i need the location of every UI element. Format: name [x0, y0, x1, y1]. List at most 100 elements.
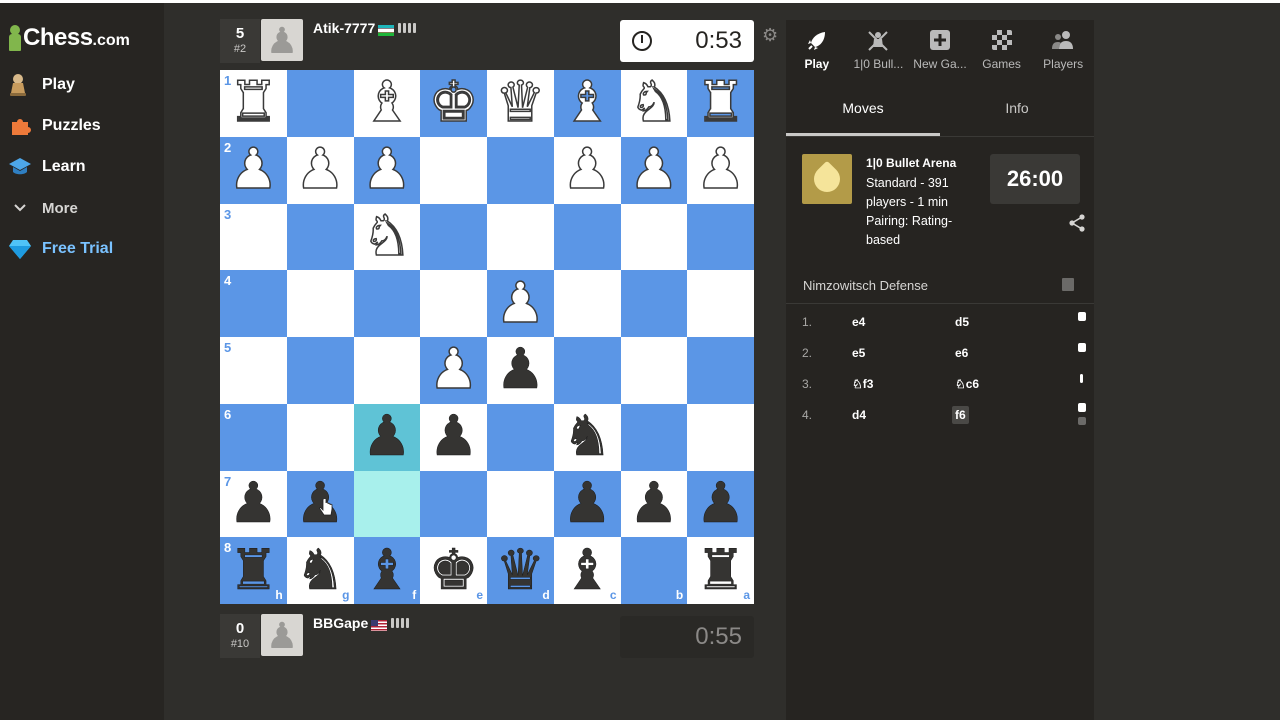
black-pawn-icon[interactable]: ♟ — [428, 408, 479, 465]
square-c5[interactable] — [553, 337, 621, 404]
square-a8[interactable]: a ♜ — [687, 537, 754, 604]
square-d6[interactable] — [487, 403, 554, 471]
square-h5[interactable]: 5 — [220, 337, 287, 404]
tab-tournament[interactable]: 1|0 Bull... — [848, 20, 910, 80]
square-h7[interactable]: 7 ♟ — [220, 470, 287, 538]
square-b3[interactable] — [620, 203, 688, 271]
square-c4[interactable] — [553, 270, 621, 337]
square-d5[interactable]: ♟ — [487, 337, 554, 404]
square-b8[interactable]: b — [620, 537, 688, 604]
square-h4[interactable]: 4 — [220, 270, 287, 337]
square-e4[interactable] — [420, 270, 487, 337]
tab-new-game[interactable]: New Ga... — [909, 20, 971, 80]
square-e3[interactable] — [420, 203, 487, 271]
square-h6[interactable]: 6 — [220, 403, 287, 471]
black-pawn-icon[interactable]: ♟ — [629, 475, 680, 532]
sidebar-item-learn[interactable]: Learn — [6, 152, 156, 182]
square-h3[interactable]: 3 — [220, 203, 287, 271]
sidebar-item-free-trial[interactable]: Free Trial — [6, 234, 156, 264]
white-pawn-icon[interactable]: ♟ — [428, 341, 480, 399]
black-move-current[interactable]: f6 — [952, 405, 969, 424]
square-b4[interactable] — [620, 270, 688, 337]
black-rook-icon[interactable]: ♜ — [695, 542, 746, 599]
gear-icon[interactable]: ⚙ — [762, 25, 778, 46]
square-g5[interactable] — [286, 337, 354, 404]
square-b5[interactable] — [620, 337, 688, 404]
square-c7[interactable]: ♟ — [553, 470, 621, 538]
sidebar-item-puzzles[interactable]: Puzzles — [6, 111, 156, 141]
white-pawn-icon[interactable]: ♟ — [361, 141, 413, 199]
square-d3[interactable] — [487, 203, 554, 271]
black-pawn-icon[interactable]: ♟ — [228, 475, 279, 532]
square-c6[interactable]: ♞ — [553, 403, 621, 471]
square-a5[interactable] — [687, 337, 754, 404]
square-h1[interactable]: 1 ♜ — [220, 70, 287, 137]
black-queen-icon[interactable]: ♛ — [495, 542, 546, 599]
chess-com-logo[interactable]: Chess .com — [8, 23, 130, 53]
square-a6[interactable] — [687, 403, 754, 471]
square-f3[interactable]: ♞ — [353, 203, 421, 271]
black-pawn-icon[interactable]: ♟ — [362, 408, 413, 465]
sidebar-item-play[interactable]: Play — [6, 70, 156, 100]
square-g6[interactable] — [286, 403, 354, 471]
square-f5[interactable] — [353, 337, 421, 404]
square-a4[interactable] — [687, 270, 754, 337]
white-knight-icon[interactable]: ♞ — [361, 208, 413, 266]
sidebar-item-more[interactable]: More — [6, 193, 156, 223]
tab-moves[interactable]: Moves — [786, 90, 940, 136]
black-rook-icon[interactable]: ♜ — [228, 542, 279, 599]
square-d1[interactable]: ♛ — [487, 70, 554, 137]
avatar[interactable]: ♟ — [261, 614, 303, 656]
black-move[interactable]: ♘c6 — [952, 375, 982, 393]
black-bishop-icon[interactable]: ♝ — [362, 542, 413, 599]
square-h8[interactable]: 8 h ♜ — [220, 537, 287, 604]
tab-info[interactable]: Info — [940, 90, 1094, 136]
square-d8[interactable]: d ♛ — [487, 537, 554, 604]
white-pawn-icon[interactable]: ♟ — [228, 141, 280, 199]
square-b1[interactable]: ♞ — [620, 70, 688, 137]
square-g4[interactable] — [286, 270, 354, 337]
square-d2[interactable] — [487, 136, 554, 204]
square-d7[interactable] — [487, 470, 554, 538]
black-pawn-icon[interactable]: ♟ — [695, 475, 746, 532]
player-name[interactable]: BBGape — [313, 615, 368, 631]
square-e5[interactable]: ♟ — [420, 337, 487, 404]
white-pawn-icon[interactable]: ♟ — [561, 141, 613, 199]
white-pawn-icon[interactable]: ♟ — [628, 141, 680, 199]
white-knight-icon[interactable]: ♞ — [628, 74, 680, 132]
white-pawn-icon[interactable]: ♟ — [495, 274, 547, 332]
square-g3[interactable] — [286, 203, 354, 271]
white-king-icon[interactable]: ♚ — [428, 74, 480, 132]
square-f4[interactable] — [353, 270, 421, 337]
event-name[interactable]: 1|0 Bullet Arena — [866, 156, 956, 170]
square-e8[interactable]: e ♚ — [420, 537, 487, 604]
white-rook-icon[interactable]: ♜ — [228, 74, 280, 132]
black-move[interactable]: d5 — [952, 313, 972, 331]
black-pawn-icon[interactable]: ♟ — [562, 475, 613, 532]
square-f8[interactable]: f ♝ — [353, 537, 421, 604]
square-h2[interactable]: 2 ♟ — [220, 136, 287, 204]
avatar[interactable]: ♟ — [261, 19, 303, 61]
square-a3[interactable] — [687, 203, 754, 271]
tab-play[interactable]: Play — [786, 20, 848, 80]
square-c3[interactable] — [553, 203, 621, 271]
square-f6[interactable]: ♟ — [353, 403, 421, 471]
square-e2[interactable] — [420, 136, 487, 204]
square-g2[interactable]: ♟ — [286, 136, 354, 204]
share-icon[interactable] — [1068, 214, 1086, 232]
square-g1[interactable] — [286, 70, 354, 137]
square-a1[interactable]: ♜ — [687, 70, 754, 137]
black-knight-icon[interactable]: ♞ — [562, 408, 613, 465]
player-name[interactable]: Atik-7777 — [313, 20, 375, 36]
square-e7[interactable] — [420, 470, 487, 538]
square-e6[interactable]: ♟ — [420, 403, 487, 471]
square-c2[interactable]: ♟ — [553, 136, 621, 204]
square-b7[interactable]: ♟ — [620, 470, 688, 538]
white-move[interactable]: ♘f3 — [850, 375, 875, 393]
square-a2[interactable]: ♟ — [687, 136, 754, 204]
square-f7[interactable] — [353, 470, 421, 538]
white-bishop-icon[interactable]: ♝ — [361, 74, 413, 132]
square-f1[interactable]: ♝ — [353, 70, 421, 137]
black-king-icon[interactable]: ♚ — [428, 542, 479, 599]
white-rook-icon[interactable]: ♜ — [695, 74, 747, 132]
